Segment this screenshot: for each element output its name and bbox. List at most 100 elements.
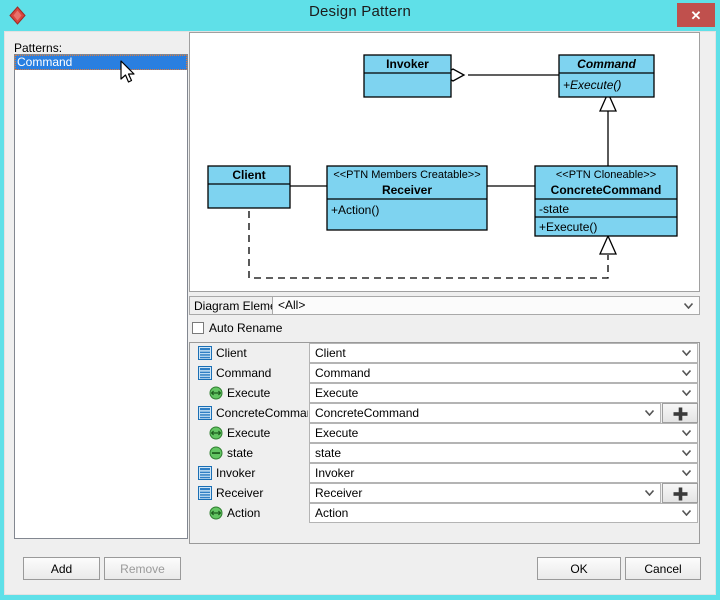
element-value-combo[interactable]: Execute bbox=[309, 423, 698, 443]
class-icon bbox=[198, 466, 212, 480]
table-row: Action Action bbox=[190, 503, 699, 523]
element-name-cell: Action bbox=[190, 503, 308, 523]
remove-button: Remove bbox=[104, 557, 181, 580]
cancel-button[interactable]: Cancel bbox=[625, 557, 701, 580]
uml-attribute-concretecommand-state: -state bbox=[539, 202, 569, 216]
chevron-down-icon bbox=[682, 370, 691, 376]
table-row: Command Command bbox=[190, 363, 699, 383]
element-name-cell: Receiver bbox=[190, 483, 308, 503]
element-value-combo[interactable]: Action bbox=[309, 503, 698, 523]
element-value-combo[interactable]: Command bbox=[309, 363, 698, 383]
element-value-text: Command bbox=[315, 366, 371, 380]
element-name-label: Execute bbox=[227, 386, 271, 400]
uml-class-name-concretecommand: ConcreteCommand bbox=[551, 183, 662, 197]
chevron-down-icon bbox=[684, 303, 693, 309]
uml-class-receiver[interactable]: <<PTN Members Creatable>> Receiver +Acti… bbox=[326, 165, 488, 231]
pattern-list-item-command[interactable]: Command bbox=[15, 55, 187, 70]
auto-rename-checkbox[interactable] bbox=[192, 322, 204, 334]
element-value-text: Receiver bbox=[315, 486, 363, 500]
operation-icon bbox=[209, 426, 223, 440]
uml-class-name-client: Client bbox=[232, 168, 265, 182]
element-name-label: Receiver bbox=[216, 486, 264, 500]
uml-class-client[interactable]: Client bbox=[207, 165, 291, 209]
chevron-down-icon bbox=[682, 450, 691, 456]
element-name-cell: state bbox=[190, 443, 308, 463]
element-name-label: Execute bbox=[227, 426, 271, 440]
element-name-label: ConcreteCommand bbox=[216, 406, 308, 420]
elements-table: Client Client Command Command Execute Execute… bbox=[189, 342, 700, 544]
uml-operation-concretecommand-execute: +Execute() bbox=[539, 220, 597, 234]
uml-operation-receiver-action: +Action() bbox=[331, 203, 379, 217]
table-row: ConcreteCommand ConcreteCommand bbox=[190, 403, 699, 423]
attribute-icon bbox=[209, 446, 223, 460]
chevron-down-icon bbox=[682, 350, 691, 356]
element-name-cell: Command bbox=[190, 363, 308, 383]
class-icon bbox=[198, 486, 212, 500]
add-button[interactable]: Add bbox=[23, 557, 100, 580]
element-name-label: Action bbox=[227, 506, 261, 520]
chevron-down-icon bbox=[682, 390, 691, 396]
relation-generalization-concretecommand-command bbox=[598, 91, 618, 178]
title-bar: Design Pattern ✕ bbox=[0, 0, 720, 31]
element-name-label: Command bbox=[216, 366, 272, 380]
auto-rename-label: Auto Rename bbox=[209, 321, 283, 335]
element-value-combo[interactable]: Execute bbox=[309, 383, 698, 403]
uml-class-command[interactable]: Command +Execute() bbox=[558, 54, 655, 98]
element-value-combo[interactable]: ConcreteCommand bbox=[309, 403, 661, 423]
chevron-down-icon bbox=[645, 490, 654, 496]
uml-class-invoker[interactable]: Invoker bbox=[363, 54, 452, 98]
patterns-label: Patterns: bbox=[14, 41, 63, 55]
auto-rename-checkbox-row[interactable]: Auto Rename bbox=[192, 321, 282, 337]
uml-operation-command-execute: +Execute() bbox=[563, 78, 621, 92]
element-value-text: Invoker bbox=[315, 466, 355, 480]
element-value-text: Execute bbox=[315, 426, 359, 440]
element-name-cell: Client bbox=[190, 343, 308, 363]
element-name-label: Invoker bbox=[216, 466, 256, 480]
element-name-cell: Invoker bbox=[190, 463, 308, 483]
chevron-down-icon bbox=[645, 410, 654, 416]
element-value-combo[interactable]: Client bbox=[309, 343, 698, 363]
class-icon bbox=[198, 346, 212, 360]
chevron-down-icon bbox=[682, 470, 691, 476]
uml-diagram-panel[interactable]: Invoker Command +Execute() Client <<PTN … bbox=[189, 32, 700, 292]
element-name-cell: Execute bbox=[190, 383, 308, 403]
add-element-button[interactable] bbox=[662, 403, 698, 423]
uml-class-name-receiver: Receiver bbox=[382, 183, 432, 197]
uml-class-diagram: Invoker Command +Execute() Client <<PTN … bbox=[207, 54, 678, 279]
ok-button[interactable]: OK bbox=[537, 557, 621, 580]
table-row: Receiver Receiver bbox=[190, 483, 699, 503]
table-row: Execute Execute bbox=[190, 423, 699, 443]
element-value-text: Action bbox=[315, 506, 349, 520]
table-row: Execute Execute bbox=[190, 383, 699, 403]
plus-icon bbox=[673, 407, 688, 421]
uml-class-name-command: Command bbox=[577, 57, 636, 71]
diagram-element-combo[interactable]: <All> bbox=[272, 296, 700, 315]
class-icon bbox=[198, 406, 212, 420]
table-row: state state bbox=[190, 443, 699, 463]
close-button[interactable]: ✕ bbox=[677, 3, 715, 27]
element-value-combo[interactable]: Receiver bbox=[309, 483, 661, 503]
element-value-text: Execute bbox=[315, 386, 359, 400]
uml-class-name-invoker: Invoker bbox=[386, 57, 429, 71]
class-icon bbox=[198, 366, 212, 380]
element-value-text: Client bbox=[315, 346, 346, 360]
diagram-element-value: <All> bbox=[278, 298, 306, 312]
element-value-combo[interactable]: state bbox=[309, 443, 698, 463]
element-value-combo[interactable]: Invoker bbox=[309, 463, 698, 483]
patterns-list[interactable]: Command bbox=[14, 54, 188, 539]
uml-class-concretecommand[interactable]: <<PTN Cloneable>> ConcreteCommand -state… bbox=[534, 165, 678, 237]
chevron-down-icon bbox=[682, 430, 691, 436]
operation-icon bbox=[209, 386, 223, 400]
add-element-button[interactable] bbox=[662, 483, 698, 503]
table-row: Invoker Invoker bbox=[190, 463, 699, 483]
relation-aggregation-invoker-command bbox=[440, 68, 560, 82]
operation-icon bbox=[209, 506, 223, 520]
plus-icon bbox=[673, 487, 688, 501]
chevron-down-icon bbox=[682, 510, 691, 516]
element-value-text: state bbox=[315, 446, 342, 460]
element-name-label: Client bbox=[216, 346, 247, 360]
window-title: Design Pattern bbox=[308, 3, 412, 20]
table-row: Client Client bbox=[190, 343, 699, 363]
element-name-label: state bbox=[227, 446, 254, 460]
uml-stereotype-receiver: <<PTN Members Creatable>> bbox=[333, 169, 480, 181]
